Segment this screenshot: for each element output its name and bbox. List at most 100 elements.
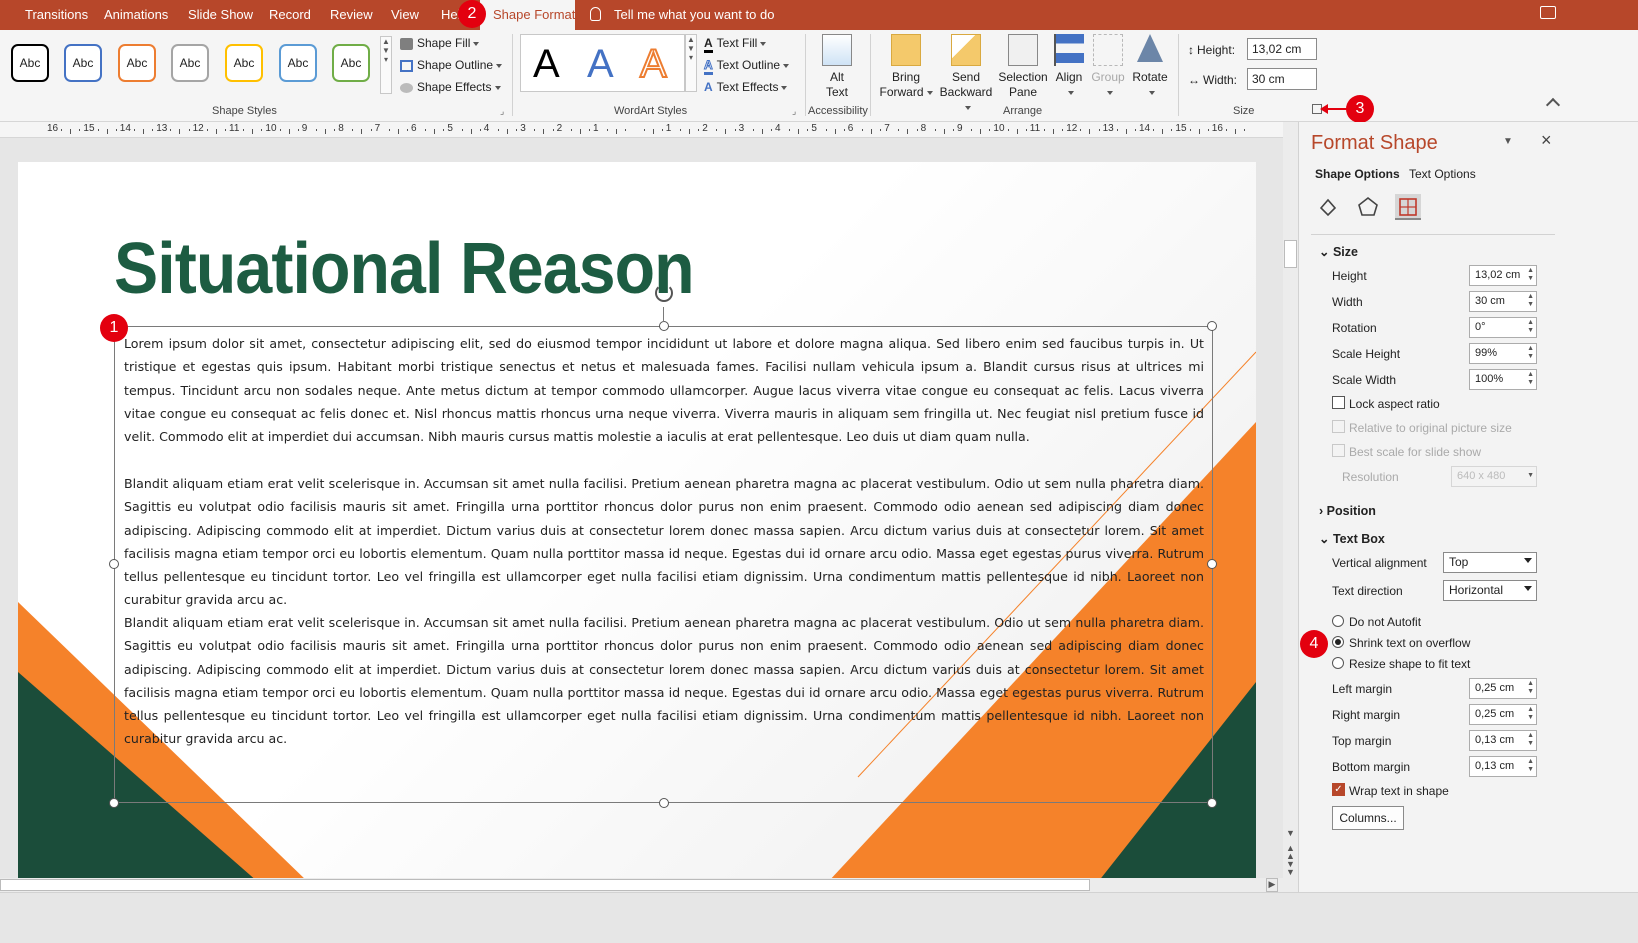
previous-slide-icon[interactable]: ▲ ▲ [1286, 844, 1295, 861]
columns-button[interactable]: Columns... [1332, 806, 1404, 830]
wordart-style-3[interactable]: A [639, 41, 668, 87]
scale-height-input[interactable]: 99% ▲ ▼ [1469, 343, 1537, 364]
scroll-down-icon[interactable]: ▼ [1286, 828, 1295, 838]
size-section-header[interactable]: ⌄ Size [1319, 244, 1358, 259]
textbox-section-header[interactable]: ⌄ Text Box [1319, 531, 1385, 546]
right-margin-input[interactable]: 0,25 cm ▲ ▼ [1469, 704, 1537, 725]
spinner-icon[interactable]: ▲ ▼ [1527, 267, 1534, 283]
bring-forward-button[interactable]: Bring Forward [878, 34, 934, 100]
tab-text-options[interactable]: Text Options [1409, 167, 1476, 181]
effects-pentagon-icon[interactable] [1357, 196, 1379, 218]
tab-review[interactable]: Review [330, 0, 373, 30]
best-scale-checkbox[interactable] [1332, 444, 1345, 457]
resize-handle[interactable] [109, 559, 119, 569]
bottom-margin-input[interactable]: 0,13 cm ▲ ▼ [1469, 756, 1537, 777]
resize-shape-radio[interactable] [1332, 657, 1344, 669]
send-backward-button[interactable]: Send Backward [936, 34, 996, 115]
shape-outline-button[interactable]: Shape Outline [400, 58, 503, 72]
shape-style-swatch-2[interactable]: Abc [64, 44, 102, 82]
wordart-style-2[interactable]: A [587, 42, 614, 87]
tab-animations[interactable]: Animations [104, 0, 168, 30]
resize-handle[interactable] [659, 321, 669, 331]
alt-text-button[interactable]: Alt Text [815, 34, 859, 100]
resize-handle[interactable] [1207, 559, 1217, 569]
wrap-text-checkbox[interactable]: ✓ [1332, 783, 1345, 796]
comments-icon[interactable] [1540, 6, 1556, 19]
shape-style-swatch-3[interactable]: Abc [118, 44, 156, 82]
shape-style-swatch-4[interactable]: Abc [171, 44, 209, 82]
relative-size-checkbox[interactable] [1332, 420, 1345, 433]
tab-view[interactable]: View [391, 0, 419, 30]
dialog-launcher-icon[interactable]: ⌟ [500, 106, 504, 117]
resize-handle[interactable] [1207, 321, 1217, 331]
wordart-style-1[interactable]: A [533, 42, 560, 87]
resize-handle[interactable] [109, 798, 119, 808]
fill-line-icon[interactable] [1317, 196, 1339, 218]
dialog-launcher-icon[interactable]: ⌟ [792, 106, 796, 117]
height-input[interactable]: 13,02 cm [1247, 38, 1317, 60]
left-margin-input[interactable]: 0,25 cm ▲ ▼ [1469, 678, 1537, 699]
tell-me-search[interactable]: Tell me what you want to do [590, 0, 774, 30]
pane-width-input[interactable]: 30 cm ▲ ▼ [1469, 291, 1537, 312]
tab-record[interactable]: Record [269, 0, 311, 30]
do-not-autofit-radio[interactable] [1332, 615, 1344, 627]
ruler-tick [871, 129, 872, 134]
shape-fill-button[interactable]: Shape Fill [400, 36, 480, 50]
scale-width-input[interactable]: 100% ▲ ▼ [1469, 369, 1537, 390]
position-section-header[interactable]: › Position [1319, 504, 1376, 518]
body-paragraph-3[interactable]: Blandit aliquam etiam erat velit sceleri… [124, 611, 1204, 751]
slide-title[interactable]: Situational Reason [114, 228, 695, 310]
spinner-icon[interactable]: ▲ ▼ [1527, 706, 1534, 722]
rotate-button[interactable]: Rotate [1130, 34, 1170, 100]
pane-options-chevron-icon[interactable]: ▼ [1503, 136, 1513, 147]
resize-handle[interactable] [1207, 798, 1217, 808]
tab-transitions[interactable]: Transitions [25, 0, 88, 30]
size-properties-icon[interactable] [1395, 194, 1421, 220]
shape-style-swatch-7[interactable]: Abc [332, 44, 370, 82]
text-fill-button[interactable]: A Text Fill [704, 36, 767, 53]
horizontal-scrollbar[interactable]: ▶ [0, 878, 1298, 892]
resolution-select[interactable]: 640 x 480 ▼ [1451, 466, 1537, 487]
selection-pane-button[interactable]: Selection Pane [998, 34, 1048, 100]
close-pane-icon[interactable]: × [1541, 130, 1552, 151]
text-direction-select[interactable]: Horizontal [1443, 580, 1537, 601]
resize-handle[interactable] [659, 798, 669, 808]
scroll-right-icon[interactable]: ▶ [1266, 878, 1278, 892]
wordart-gallery-scroll[interactable]: ▲ ▼ ▾ [685, 34, 697, 92]
text-effects-button[interactable]: A Text Effects [704, 80, 788, 94]
shrink-text-radio[interactable] [1332, 636, 1344, 648]
spinner-icon[interactable]: ▲ ▼ [1527, 293, 1534, 309]
shape-styles-gallery-scroll[interactable]: ▲ ▼ ▾ [380, 36, 392, 94]
body-paragraph-1[interactable]: Lorem ipsum dolor sit amet, consectetur … [124, 332, 1204, 448]
vertical-scrollbar[interactable]: ▼ ▲ ▲ ▼ ▼ [1283, 122, 1298, 878]
top-margin-input[interactable]: 0,13 cm ▲ ▼ [1469, 730, 1537, 751]
body-paragraph-2[interactable]: Blandit aliquam etiam erat velit sceleri… [124, 472, 1204, 612]
tab-slide-show[interactable]: Slide Show [188, 0, 253, 30]
rotate-handle-icon[interactable] [655, 284, 673, 302]
shape-style-swatch-1[interactable]: Abc [11, 44, 49, 82]
lock-aspect-checkbox[interactable] [1332, 396, 1345, 409]
shape-effects-button[interactable]: Shape Effects [400, 80, 501, 94]
spinner-icon[interactable]: ▲ ▼ [1527, 319, 1534, 335]
tab-shape-format[interactable]: Shape Format [480, 0, 575, 30]
tab-shape-options[interactable]: Shape Options [1315, 167, 1400, 181]
spinner-icon[interactable]: ▲ ▼ [1527, 345, 1534, 361]
spinner-icon[interactable]: ▲ ▼ [1527, 680, 1534, 696]
spinner-icon[interactable]: ▲ ▼ [1527, 371, 1534, 387]
width-input[interactable]: 30 cm [1247, 68, 1317, 90]
next-slide-icon[interactable]: ▼ ▼ [1286, 860, 1295, 877]
ruler-tick [70, 129, 72, 134]
text-outline-button[interactable]: A Text Outline [704, 58, 790, 75]
spinner-icon[interactable]: ▲ ▼ [1527, 732, 1534, 748]
shape-style-swatch-5[interactable]: Abc [225, 44, 263, 82]
rotation-input[interactable]: 0° ▲ ▼ [1469, 317, 1537, 338]
vertical-alignment-select[interactable]: Top [1443, 552, 1537, 573]
collapse-ribbon-icon[interactable] [1545, 97, 1561, 113]
shape-style-swatch-6[interactable]: Abc [279, 44, 317, 82]
vertical-scroll-thumb[interactable] [1284, 240, 1297, 268]
group-button[interactable]: Group [1090, 34, 1126, 100]
pane-height-input[interactable]: 13,02 cm ▲ ▼ [1469, 265, 1537, 286]
align-button[interactable]: Align [1052, 34, 1086, 100]
spinner-icon[interactable]: ▲ ▼ [1527, 758, 1534, 774]
horizontal-scroll-thumb[interactable] [0, 879, 1090, 891]
